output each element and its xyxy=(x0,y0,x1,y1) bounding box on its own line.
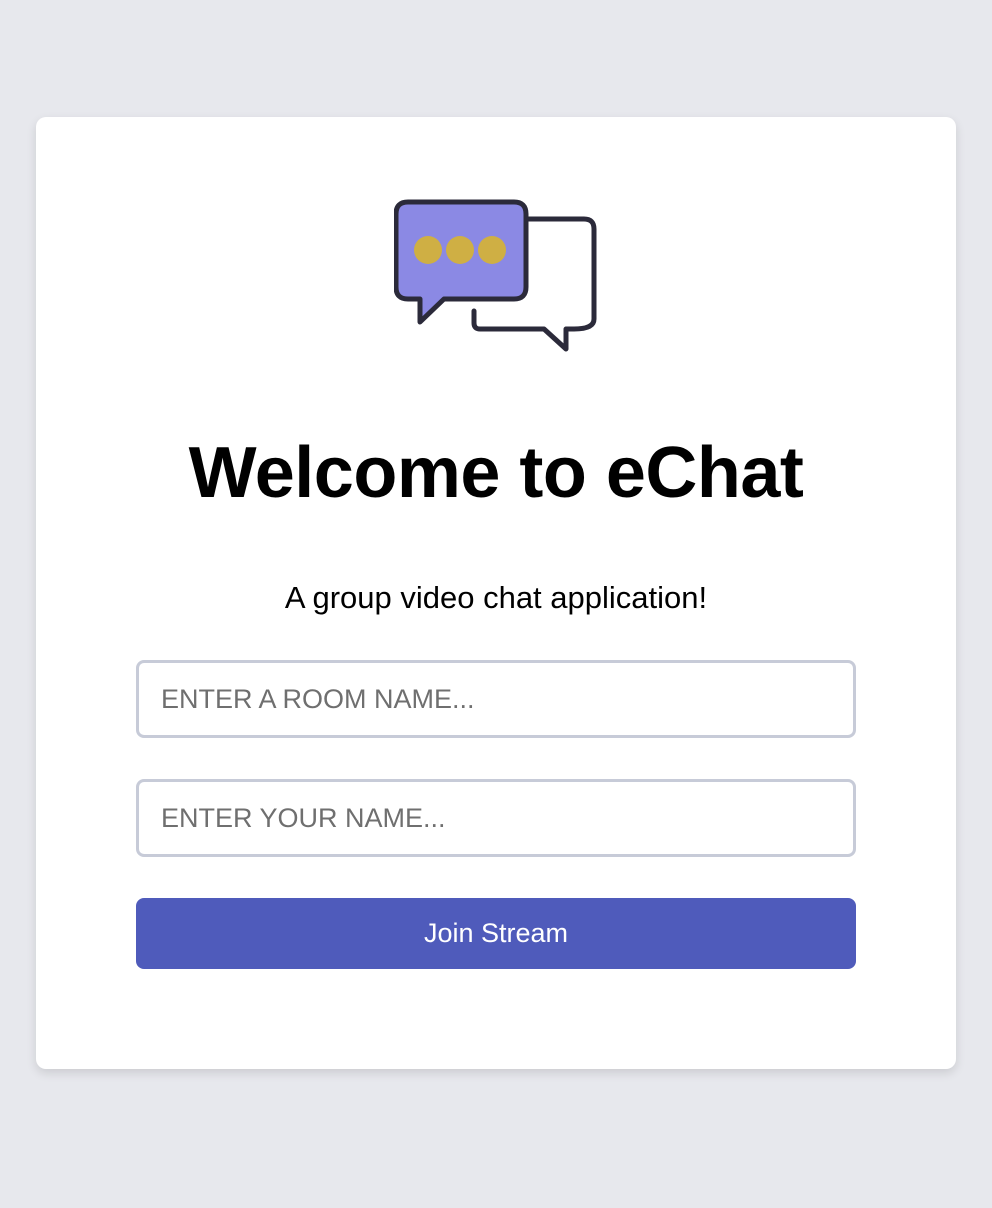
room-name-input[interactable] xyxy=(136,660,856,738)
page-title: Welcome to eChat xyxy=(188,433,804,513)
chat-bubbles-icon xyxy=(394,199,597,352)
login-card: Welcome to eChat A group video chat appl… xyxy=(36,117,956,1069)
page-subtitle: A group video chat application! xyxy=(284,580,708,615)
join-stream-button[interactable]: Join Stream xyxy=(136,898,856,969)
user-name-input[interactable] xyxy=(136,779,856,857)
